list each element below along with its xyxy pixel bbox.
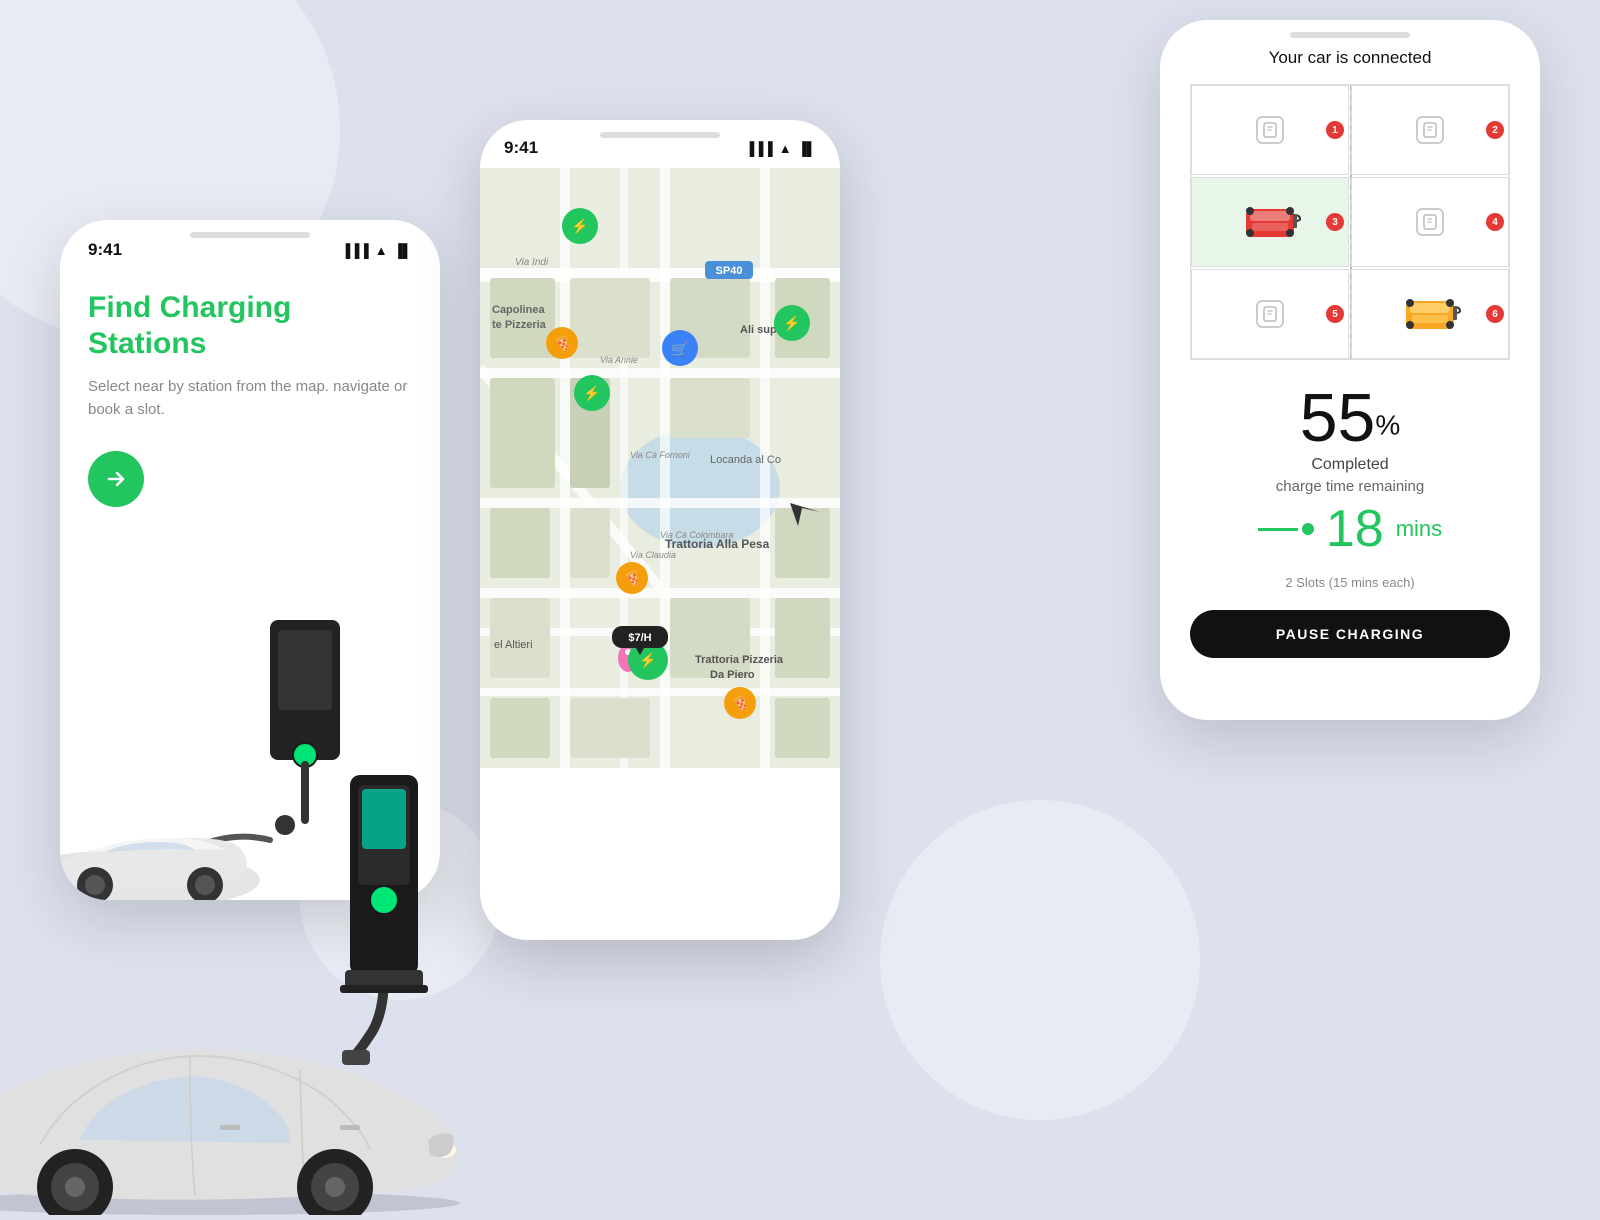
- svg-text:⚡: ⚡: [783, 315, 800, 332]
- svg-text:SP40: SP40: [716, 265, 743, 277]
- svg-text:🍕: 🍕: [553, 335, 570, 352]
- svg-text:Da Piero: Da Piero: [710, 669, 755, 681]
- slot-number: 3: [1326, 213, 1344, 231]
- time-display-row: 18 mins: [1190, 503, 1510, 555]
- phone1-status-icons: ▐▐▐ ▲ ▐▌: [341, 243, 412, 258]
- slots-info: 2 Slots (15 mins each): [1190, 575, 1510, 590]
- parking-spot-4: 4: [1351, 177, 1509, 267]
- charge-percentage: 55% Completed: [1190, 384, 1510, 474]
- svg-text:⚡: ⚡: [583, 385, 600, 402]
- wifi-icon: ▲: [375, 243, 388, 258]
- phone1-time: 9:41: [88, 240, 122, 260]
- svg-text:🍕: 🍕: [731, 695, 748, 712]
- phone1-notch: [190, 232, 310, 238]
- phone-screen-2: 9:41 ▐▐▐ ▲ ▐▌ 🔍: [480, 120, 840, 940]
- parking-spot-2: 2: [1351, 85, 1509, 175]
- svg-text:Trattoria Alla Pesa: Trattoria Alla Pesa: [665, 537, 770, 551]
- phone2-status-icons: ▐▐▐ ▲ ▐▌: [745, 141, 816, 156]
- charger-icon: [1256, 116, 1284, 144]
- parking-grid: 1 2: [1190, 84, 1510, 360]
- charge-time-label: charge time remaining: [1190, 478, 1510, 495]
- parking-spot-6: 6: [1351, 269, 1509, 359]
- wire-line: [1258, 528, 1298, 531]
- parking-spot-3: 3: [1191, 177, 1349, 267]
- svg-text:Via Cà Fornoni: Via Cà Fornoni: [630, 450, 691, 460]
- time-value: 18: [1326, 503, 1384, 555]
- svg-text:🛒: 🛒: [671, 341, 688, 358]
- slot-number: 2: [1486, 121, 1504, 139]
- parking-spot-5: 5: [1191, 269, 1349, 359]
- svg-text:⚡: ⚡: [571, 218, 588, 235]
- charger-icon: [1416, 208, 1444, 236]
- charger-icon: [1416, 116, 1444, 144]
- charging-station-illustration: [320, 755, 450, 1080]
- svg-text:el Altieri: el Altieri: [494, 639, 533, 651]
- svg-text:⚡: ⚡: [639, 652, 656, 669]
- parking-spot-1: 1: [1191, 85, 1349, 175]
- phone3-notch: [1290, 32, 1410, 38]
- signal-icon: ▐▐▐: [341, 243, 369, 258]
- charge-time-section: charge time remaining 18 mins: [1190, 478, 1510, 555]
- svg-text:Trattoria Pizzeria: Trattoria Pizzeria: [695, 654, 784, 666]
- phone2-time: 9:41: [504, 138, 538, 158]
- phone1-heading: Find Charging Stations: [88, 290, 412, 362]
- svg-text:Via Claudia: Via Claudia: [630, 550, 676, 560]
- percent-symbol: %: [1375, 410, 1400, 441]
- wifi-icon: ▲: [779, 141, 792, 156]
- percentage-value: 55: [1300, 380, 1376, 456]
- connected-title: Your car is connected: [1190, 48, 1510, 68]
- svg-text:🍕: 🍕: [623, 570, 640, 587]
- svg-text:Locanda al Co: Locanda al Co: [710, 454, 781, 466]
- slot-number: 6: [1486, 305, 1504, 323]
- signal-icon: ▐▐▐: [745, 141, 773, 156]
- svg-text:Via Annie: Via Annie: [600, 355, 638, 365]
- pause-charging-button[interactable]: PAUSE CHARGING: [1190, 610, 1510, 658]
- svg-text:te Pizzeria: te Pizzeria: [492, 319, 547, 331]
- phone2-status-bar: 9:41 ▐▐▐ ▲ ▐▌: [480, 120, 840, 168]
- map-view[interactable]: SP40 Via Indi Via Cà Colombara Via Cà Fo…: [480, 168, 840, 768]
- slot-number: 1: [1326, 121, 1344, 139]
- navigate-button[interactable]: [88, 451, 144, 507]
- slot-number: 5: [1326, 305, 1344, 323]
- svg-text:$7/H: $7/H: [628, 632, 651, 644]
- slot-number: 4: [1486, 213, 1504, 231]
- battery-icon: ▐▌: [394, 243, 412, 258]
- phone2-notch: [600, 132, 720, 138]
- bg-blob-2: [880, 800, 1200, 1120]
- wire-plug: [1302, 523, 1314, 535]
- svg-text:Via Indi: Via Indi: [515, 257, 549, 268]
- time-unit: mins: [1396, 516, 1442, 542]
- charge-wire: [1258, 523, 1314, 535]
- phone-screen-3: Your car is connected 1 2: [1160, 20, 1540, 720]
- svg-text:Capolinea: Capolinea: [492, 304, 545, 316]
- phone1-status-bar: 9:41 ▐▐▐ ▲ ▐▌: [88, 240, 412, 260]
- battery-icon: ▐▌: [798, 141, 816, 156]
- completed-label: Completed: [1190, 456, 1510, 474]
- phone1-subtext: Select near by station from the map. nav…: [88, 376, 412, 421]
- charger-icon: [1256, 300, 1284, 328]
